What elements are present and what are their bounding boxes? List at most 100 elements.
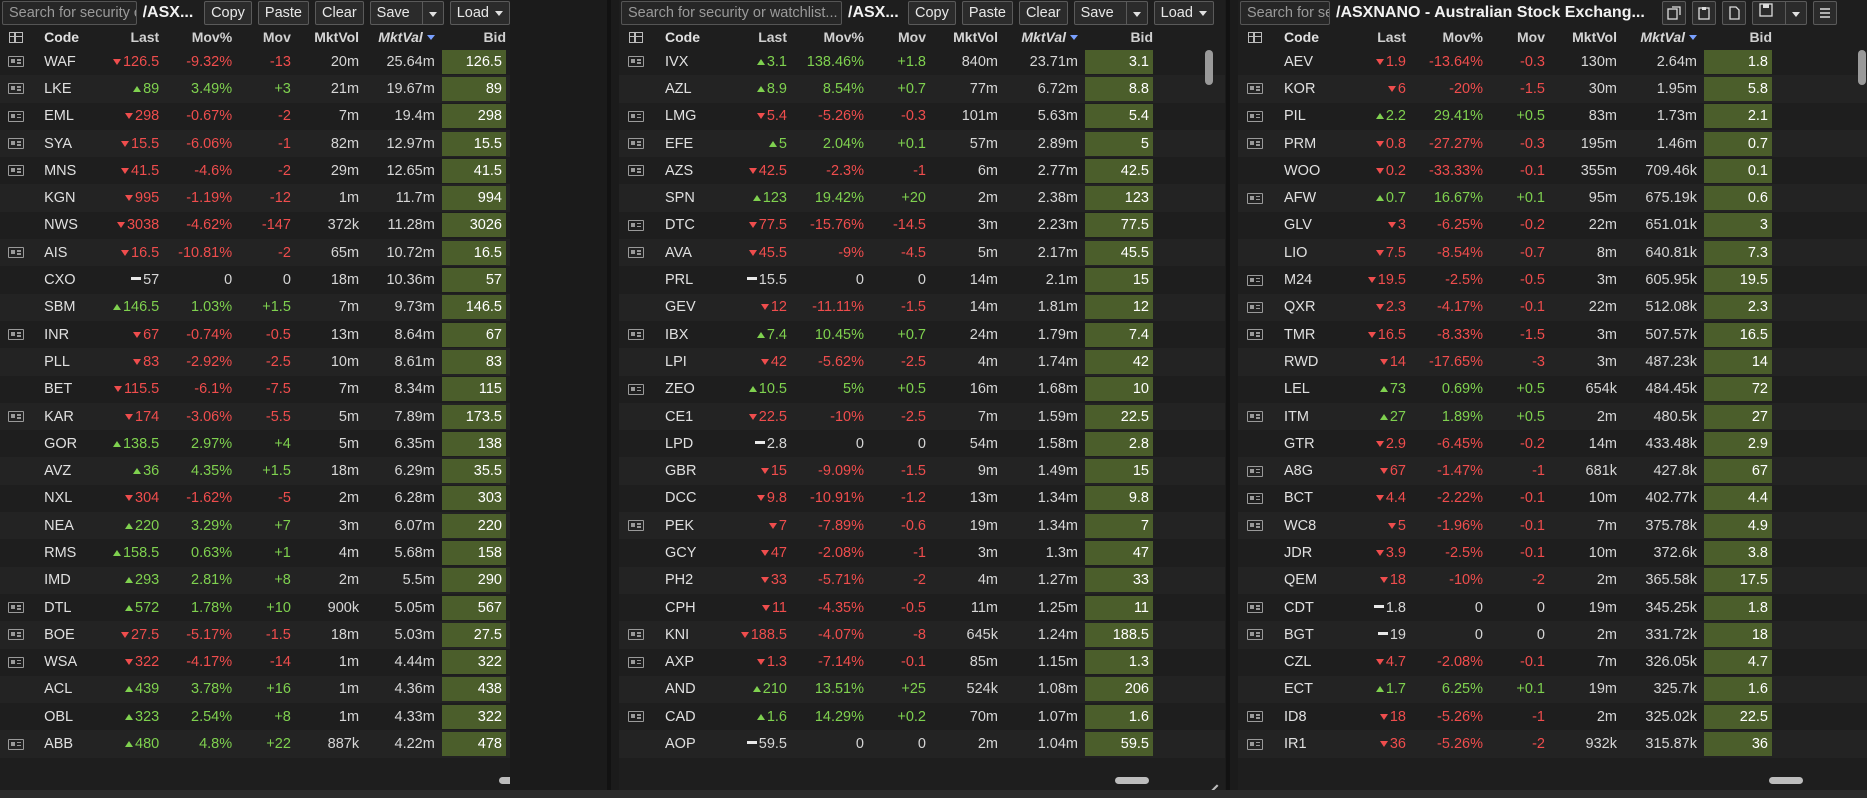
news-icon[interactable] — [628, 110, 644, 122]
table-row[interactable]: GBR 15 -9.09% -1.5 9m 1.49m 15 — [619, 457, 1225, 485]
header-code[interactable]: Code — [653, 29, 715, 45]
news-icon[interactable] — [1247, 192, 1263, 204]
table-row[interactable]: WAF 126.5 -9.32% -13 20m 25.64m 126.5 — [0, 48, 510, 75]
table-row[interactable]: NWS 3038 -4.62% -147 372k 11.28m 3026 — [0, 212, 510, 239]
header-last[interactable]: Last — [1334, 29, 1410, 45]
table-row[interactable]: AVA 45.5 -9% -4.5 5m 2.17m 45.5 — [619, 239, 1225, 267]
panel-divider[interactable] — [607, 0, 611, 798]
table-row[interactable]: AND 210 13.51% +25 524k 1.08m 206 — [619, 675, 1225, 704]
header-mktval[interactable]: MktVal — [1621, 29, 1704, 45]
table-row[interactable]: ITM 27 1.89% +0.5 2m 480.5k 27 — [1238, 402, 1867, 431]
table-row[interactable]: INR 67 -0.74% -0.5 13m 8.64m 67 — [0, 321, 510, 348]
news-icon[interactable] — [628, 247, 644, 259]
horizontal-scrollbar[interactable] — [1115, 777, 1149, 784]
news-icon[interactable] — [1247, 629, 1263, 641]
table-row[interactable]: BCT 4.4 -2.22% -0.1 10m 402.77k 4.4 — [1238, 485, 1867, 512]
table-row[interactable]: LPI 42 -5.62% -2.5 4m 1.74m 42 — [619, 348, 1225, 376]
table-row[interactable]: QEM 18 -10% -2 2m 365.58k 17.5 — [1238, 566, 1867, 594]
table-row[interactable]: AFW 0.7 16.67% +0.1 95m 675.19k 0.6 — [1238, 184, 1867, 212]
header-mov[interactable]: Mov — [868, 29, 930, 45]
load-button[interactable]: Load — [1153, 1, 1214, 25]
vertical-scrollbar[interactable] — [1205, 50, 1213, 85]
header-mov[interactable]: Mov — [236, 29, 295, 45]
table-row[interactable]: ABB 480 4.8% +22 887k 4.22m 478 — [0, 730, 510, 758]
search-input[interactable]: Search for secu — [1240, 1, 1330, 25]
clipboard-icon[interactable] — [1692, 1, 1716, 25]
menu-icon[interactable] — [1813, 1, 1837, 25]
news-icon[interactable] — [1247, 83, 1263, 95]
header-code[interactable]: Code — [32, 29, 91, 45]
table-row[interactable]: RMS 158.5 0.63% +1 4m 5.68m 158 — [0, 539, 510, 566]
table-row[interactable]: LMG 5.4 -5.26% -0.3 101m 5.63m 5.4 — [619, 103, 1225, 130]
table-row[interactable]: WOO 0.2 -33.33% -0.1 355m 709.46k 0.1 — [1238, 157, 1867, 184]
panel-divider[interactable] — [1226, 0, 1230, 798]
table-row[interactable]: AZS 42.5 -2.3% -1 6m 2.77m 42.5 — [619, 157, 1225, 184]
header-mov[interactable]: Mov — [1487, 29, 1549, 45]
table-row[interactable]: AVZ 36 4.35% +1.5 18m 6.29m 35.5 — [0, 457, 510, 485]
resize-handle-icon[interactable] — [1209, 776, 1219, 786]
save-button[interactable]: Save — [1073, 1, 1148, 25]
news-icon[interactable] — [1247, 301, 1263, 313]
table-row[interactable]: BGT 19 0 0 2m 331.72k 18 — [1238, 621, 1867, 649]
news-icon[interactable] — [628, 138, 644, 150]
table-row[interactable]: LEL 73 0.69% +0.5 654k 484.45k 72 — [1238, 376, 1867, 403]
save-dropdown[interactable] — [1125, 2, 1147, 24]
table-row[interactable]: ZEO 10.5 5% +0.5 16m 1.68m 10 — [619, 376, 1225, 403]
news-icon[interactable] — [1247, 492, 1263, 504]
news-icon[interactable] — [1247, 411, 1263, 422]
table-row[interactable]: LPD 2.8 0 0 54m 1.58m 2.8 — [619, 430, 1225, 457]
save-button[interactable]: Save — [369, 1, 444, 25]
paste-button[interactable]: Paste — [257, 1, 310, 25]
table-row[interactable]: EML 298 -0.67% -2 7m 19.4m 298 — [0, 103, 510, 130]
table-row[interactable]: KGN 995 -1.19% -12 1m 11.7m 994 — [0, 184, 510, 212]
table-row[interactable]: PRM 0.8 -27.27% -0.3 195m 1.46m 0.7 — [1238, 129, 1867, 158]
table-row[interactable]: PLL 83 -2.92% -2.5 10m 8.61m 83 — [0, 348, 510, 376]
table-row[interactable]: DTC 77.5 -15.76% -14.5 3m 2.23m 77.5 — [619, 212, 1225, 239]
news-icon[interactable] — [1247, 711, 1263, 723]
load-button[interactable]: Load — [449, 1, 510, 25]
table-row[interactable]: ECT 1.7 6.25% +0.1 19m 325.7k 1.6 — [1238, 675, 1867, 704]
news-icon[interactable] — [628, 711, 644, 723]
header-movp[interactable]: Mov% — [163, 29, 236, 45]
search-input[interactable]: Search for security or watchlist... — [621, 1, 842, 25]
table-row[interactable]: KAR 174 -3.06% -5.5 5m 7.89m 173.5 — [0, 402, 510, 431]
table-row[interactable]: BET 115.5 -6.1% -7.5 7m 8.34m 115 — [0, 376, 510, 403]
table-row[interactable]: LKE 89 3.49% +3 21m 19.67m 89 — [0, 75, 510, 103]
table-row[interactable]: GLV 3 -6.25% -0.2 22m 651.01k 3 — [1238, 212, 1867, 239]
table-row[interactable]: AXP 1.3 -7.14% -0.1 85m 1.15m 1.3 — [619, 649, 1225, 676]
table-row[interactable]: SPN 123 19.42% +20 2m 2.38m 123 — [619, 184, 1225, 212]
news-icon[interactable] — [8, 738, 25, 750]
header-code[interactable]: Code — [1272, 29, 1334, 45]
table-row[interactable]: RWD 14 -17.65% -3 3m 487.23k 14 — [1238, 348, 1867, 376]
save-menu-button[interactable] — [1752, 1, 1807, 25]
news-icon[interactable] — [628, 329, 644, 341]
header-mktval[interactable]: MktVal — [363, 29, 442, 45]
table-row[interactable]: AZL 8.9 8.54% +0.7 77m 6.72m 8.8 — [619, 75, 1225, 103]
news-icon[interactable] — [628, 520, 644, 532]
table-row[interactable]: CAD 1.6 14.29% +0.2 70m 1.07m 1.6 — [619, 703, 1225, 730]
header-movp[interactable]: Mov% — [791, 29, 868, 45]
clear-button[interactable]: Clear — [1018, 1, 1068, 25]
header-bid[interactable]: Bid — [1704, 29, 1776, 45]
news-icon[interactable] — [8, 247, 25, 259]
popout-icon[interactable] — [1662, 1, 1686, 25]
news-icon[interactable] — [8, 656, 25, 668]
table-row[interactable]: DCC 9.8 -10.91% -1.2 13m 1.34m 9.8 — [619, 485, 1225, 512]
copy-button[interactable]: Copy — [908, 1, 956, 25]
table-row[interactable]: PH2 33 -5.71% -2 4m 1.27m 33 — [619, 566, 1225, 594]
news-icon[interactable] — [628, 56, 644, 68]
news-icon[interactable] — [8, 329, 25, 341]
search-input[interactable]: Search for security or watchlist... — [2, 1, 137, 25]
news-icon[interactable] — [628, 383, 644, 395]
table-row[interactable]: ID8 18 -5.26% -1 2m 325.02k 22.5 — [1238, 703, 1867, 730]
horizontal-scrollbar[interactable] — [1769, 777, 1803, 784]
save-dropdown[interactable] — [1785, 2, 1806, 24]
table-row[interactable]: SYA 15.5 -6.06% -1 82m 12.97m 15.5 — [0, 129, 510, 158]
table-row[interactable]: M24 19.5 -2.5% -0.5 3m 605.95k 19.5 — [1238, 266, 1867, 293]
column-chooser[interactable] — [1238, 31, 1272, 43]
clear-button[interactable]: Clear — [315, 1, 364, 25]
table-row[interactable]: WC8 5 -1.96% -0.1 7m 375.78k 4.9 — [1238, 512, 1867, 540]
news-icon[interactable] — [628, 629, 644, 641]
table-row[interactable]: CE1 22.5 -10% -2.5 7m 1.59m 22.5 — [619, 402, 1225, 431]
table-row[interactable]: GEV 12 -11.11% -1.5 14m 1.81m 12 — [619, 293, 1225, 321]
